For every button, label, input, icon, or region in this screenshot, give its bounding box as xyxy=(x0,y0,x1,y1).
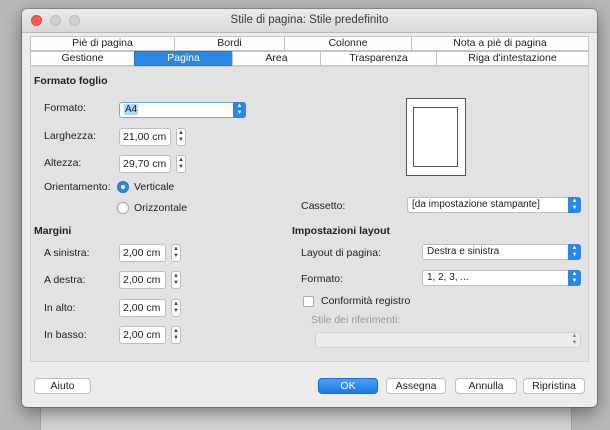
page-tab-panel: Formato foglio Formato: A4 ▲ ▼ Larghezza:… xyxy=(30,66,589,362)
numbering-format-select[interactable]: 1, 2, 3, ... ▲ ▼ xyxy=(422,270,581,286)
tab-transparency[interactable]: Trasparenza xyxy=(320,51,437,66)
page-layout-select[interactable]: Destra e sinistra ▲ ▼ xyxy=(422,244,581,260)
tab-footer[interactable]: Piè di pagina xyxy=(30,36,175,51)
window-title: Stile di pagina: Stile predefinito xyxy=(230,14,389,26)
numbering-format-label: Formato: xyxy=(301,273,344,285)
page-layout-select-value: Destra e sinistra xyxy=(427,246,500,257)
margin-left-stepper[interactable]: ▲ ▼ xyxy=(171,244,181,262)
portrait-radio[interactable] xyxy=(117,181,129,193)
chevron-up-down-icon: ▲ ▼ xyxy=(568,244,581,260)
tab-header[interactable]: Riga d'intestazione xyxy=(436,51,589,66)
tray-select[interactable]: [da impostazione stampante] ▲ ▼ xyxy=(407,197,581,213)
page-preview xyxy=(406,98,466,176)
chevron-up-down-icon: ▲ ▼ xyxy=(568,197,581,213)
height-field[interactable]: 29,70 cm xyxy=(119,155,171,173)
ok-button[interactable]: OK xyxy=(318,378,378,394)
tab-organizer[interactable]: Gestione xyxy=(30,51,135,66)
height-label: Altezza: xyxy=(44,157,82,169)
chevron-up-down-icon: ▲ ▼ xyxy=(571,333,578,346)
margin-top-stepper[interactable]: ▲ ▼ xyxy=(171,299,181,317)
title-bar: Stile di pagina: Stile predefinito xyxy=(22,9,597,33)
paper-format-heading: Formato foglio xyxy=(34,75,108,87)
tab-footnote[interactable]: Nota a piè di pagina xyxy=(411,36,589,51)
margin-bottom-label: In basso: xyxy=(44,329,87,341)
apply-button[interactable]: Assegna xyxy=(386,378,446,394)
reference-style-select[interactable]: ▲ ▼ xyxy=(315,332,581,348)
margin-top-field[interactable]: 2,00 cm xyxy=(119,299,166,317)
numbering-format-select-value: 1, 2, 3, ... xyxy=(427,272,469,283)
width-field[interactable]: 21,00 cm xyxy=(119,128,171,146)
orientation-label: Orientamento: xyxy=(44,181,111,193)
width-stepper[interactable]: ▲ ▼ xyxy=(176,128,186,146)
reset-button[interactable]: Ripristina xyxy=(523,378,585,394)
page-style-dialog: Stile di pagina: Stile predefinito Piè d… xyxy=(22,9,597,407)
format-select[interactable]: A4 ▲ ▼ xyxy=(119,102,246,118)
tray-select-value: [da impostazione stampante] xyxy=(412,199,540,210)
margin-right-field[interactable]: 2,00 cm xyxy=(119,271,166,289)
cancel-button[interactable]: Annulla xyxy=(455,378,517,394)
margin-left-label: A sinistra: xyxy=(44,247,90,259)
format-select-value: A4 xyxy=(124,104,139,115)
help-button[interactable]: Aiuto xyxy=(34,378,91,394)
format-label: Formato: xyxy=(44,102,87,114)
landscape-label: Orizzontale xyxy=(134,202,188,214)
margin-top-label: In alto: xyxy=(44,302,76,314)
tab-columns[interactable]: Colonne xyxy=(284,36,412,51)
margin-bottom-field[interactable]: 2,00 cm xyxy=(119,326,166,344)
register-true-checkbox[interactable] xyxy=(303,296,314,307)
tray-label: Cassetto: xyxy=(301,200,346,212)
height-stepper[interactable]: ▲ ▼ xyxy=(176,155,186,173)
tab-area[interactable]: Area xyxy=(232,51,321,66)
margin-right-stepper[interactable]: ▲ ▼ xyxy=(171,271,181,289)
layout-settings-heading: Impostazioni layout xyxy=(292,225,391,237)
margins-heading: Margini xyxy=(34,225,72,237)
landscape-radio[interactable] xyxy=(117,202,129,214)
margin-right-label: A destra: xyxy=(44,274,86,286)
portrait-label: Verticale xyxy=(134,181,175,193)
register-true-label: Conformità registro xyxy=(321,295,411,307)
chevron-up-down-icon: ▲ ▼ xyxy=(233,102,246,118)
chevron-up-down-icon: ▲ ▼ xyxy=(568,270,581,286)
tab-borders[interactable]: Bordi xyxy=(174,36,285,51)
width-label: Larghezza: xyxy=(44,130,96,142)
margin-bottom-stepper[interactable]: ▲ ▼ xyxy=(171,326,181,344)
reference-style-label: Stile dei riferimenti: xyxy=(311,314,401,326)
page-preview-margins xyxy=(413,107,458,167)
margin-left-field[interactable]: 2,00 cm xyxy=(119,244,166,262)
page-layout-label: Layout di pagina: xyxy=(301,247,381,259)
tab-page[interactable]: Pagina xyxy=(134,51,233,66)
